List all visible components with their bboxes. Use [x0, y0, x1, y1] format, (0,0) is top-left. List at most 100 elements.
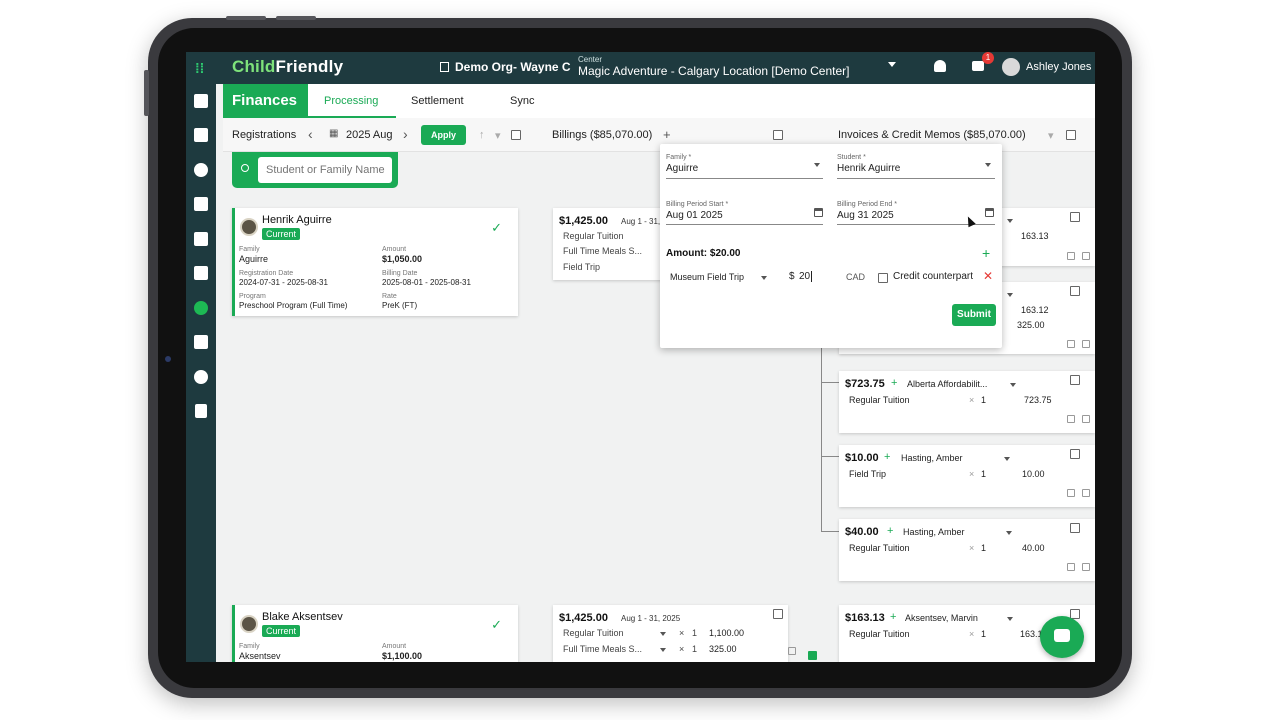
tablet-icon[interactable]: [195, 404, 207, 418]
note-icon[interactable]: [1067, 563, 1075, 571]
invoice-card[interactable]: $10.00 + Hasting, Amber Field Trip × 1 1…: [839, 445, 1095, 507]
print-icon[interactable]: [1082, 415, 1090, 423]
chevron-down-icon[interactable]: [1006, 531, 1012, 535]
print-icon[interactable]: [1082, 489, 1090, 497]
next-month-icon[interactable]: ›: [403, 126, 408, 142]
billing-checkbox[interactable]: [773, 609, 783, 619]
invoice-card[interactable]: $40.00 + Hasting, Amber Regular Tuition …: [839, 519, 1095, 581]
chevron-down-icon[interactable]: [660, 632, 666, 636]
billing-line-item: Full Time Meals S...: [563, 246, 643, 256]
registration-card[interactable]: Blake Aksentsev Current ✓ Family Aksents…: [232, 605, 518, 662]
bell-icon[interactable]: [934, 60, 946, 72]
billing-line-item: Regular Tuition: [563, 628, 624, 638]
billing-card[interactable]: $1,425.00 Aug 1 - 31, Regular Tuition Fu…: [553, 208, 673, 280]
calendar-icon[interactable]: ▦: [329, 128, 338, 139]
start-date-input[interactable]: Aug 01 2025: [666, 210, 723, 221]
invoice-checkbox[interactable]: [1070, 523, 1080, 533]
payer-name: Hasting, Amber: [903, 527, 965, 537]
prev-month-icon[interactable]: ‹: [308, 126, 313, 142]
end-date-input[interactable]: Aug 31 2025: [837, 210, 894, 221]
submit-button[interactable]: Submit: [952, 304, 996, 326]
add-icon[interactable]: +: [891, 377, 897, 389]
times-icon: ×: [969, 469, 975, 479]
add-item-icon[interactable]: [808, 651, 817, 660]
price-value: 10.00: [1022, 469, 1045, 479]
invoice-checkbox[interactable]: [1070, 286, 1080, 296]
item-select[interactable]: Museum Field Trip: [670, 272, 744, 282]
invoice-card[interactable]: $723.75 + Alberta Affordabilit... Regula…: [839, 371, 1095, 433]
chevron-down-icon[interactable]: [814, 163, 820, 167]
note-icon[interactable]: [788, 647, 796, 655]
filter-icon[interactable]: ▾: [1048, 129, 1054, 142]
org-selector[interactable]: Demo Org- Wayne C: [440, 60, 571, 74]
center-select[interactable]: Magic Adventure - Calgary Location [Demo…: [578, 64, 849, 78]
document-icon[interactable]: [194, 335, 208, 349]
amount-input[interactable]: 20: [799, 271, 813, 282]
chevron-down-icon[interactable]: [660, 648, 666, 652]
tab-sync[interactable]: Sync: [510, 95, 534, 107]
chevron-down-icon[interactable]: [1007, 293, 1013, 297]
chevron-down-icon[interactable]: [1007, 219, 1013, 223]
select-all-invoices-checkbox[interactable]: [1066, 130, 1076, 140]
chevron-down-icon[interactable]: [888, 62, 896, 67]
user-name[interactable]: Ashley Jones: [1026, 61, 1091, 73]
quantity-value: 1: [981, 543, 987, 553]
registration-card[interactable]: Henrik Aguirre Current ✓ Family Aguirre …: [232, 208, 518, 316]
calendar-icon[interactable]: [985, 208, 994, 217]
note-icon[interactable]: [1067, 252, 1075, 260]
invoice-checkbox[interactable]: [1070, 212, 1080, 222]
billing-card[interactable]: $1,425.00 Aug 1 - 31, 2025 Regular Tuiti…: [553, 605, 796, 662]
billing-line-item: Field Trip: [563, 262, 601, 272]
messages-icon[interactable]: [972, 61, 984, 71]
add-line-icon[interactable]: +: [982, 245, 990, 261]
tab-processing[interactable]: Processing: [324, 95, 378, 107]
apps-grid-icon[interactable]: [194, 94, 208, 108]
chevron-down-icon[interactable]: [1010, 383, 1016, 387]
chevron-down-icon[interactable]: [1004, 457, 1010, 461]
add-icon[interactable]: +: [890, 611, 896, 623]
book-icon[interactable]: [194, 232, 208, 246]
chat-icon[interactable]: [194, 266, 208, 280]
chevron-down-icon[interactable]: [985, 163, 991, 167]
note-icon[interactable]: [1067, 489, 1075, 497]
gear-icon[interactable]: [194, 370, 208, 384]
apply-button[interactable]: Apply: [421, 125, 466, 145]
people-icon[interactable]: [194, 197, 208, 211]
note-icon[interactable]: [1067, 415, 1075, 423]
invoice-amount: $163.13: [845, 612, 885, 624]
avatar[interactable]: [1002, 58, 1020, 76]
search-input[interactable]: [258, 157, 392, 183]
add-icon[interactable]: +: [884, 451, 890, 463]
print-icon[interactable]: [1082, 340, 1090, 348]
select-all-registrations-checkbox[interactable]: [511, 130, 521, 140]
attendance-icon[interactable]: [194, 128, 208, 142]
family-select[interactable]: Aguirre: [666, 163, 698, 174]
invoice-checkbox[interactable]: [1070, 449, 1080, 459]
child-icon[interactable]: [194, 163, 208, 177]
invoice-checkbox[interactable]: [1070, 375, 1080, 385]
chat-support-button[interactable]: [1040, 616, 1084, 658]
notification-badge: 1: [982, 52, 994, 64]
print-icon[interactable]: [1082, 252, 1090, 260]
tab-settlement[interactable]: Settlement: [411, 95, 464, 107]
credit-counterpart-checkbox[interactable]: [878, 273, 888, 283]
filter-icon[interactable]: ▾: [495, 129, 501, 142]
add-icon[interactable]: +: [887, 525, 893, 537]
remove-line-icon[interactable]: ✕: [983, 269, 993, 283]
finances-icon[interactable]: [194, 301, 208, 315]
sort-icon[interactable]: ↑: [479, 129, 485, 141]
select-all-billings-checkbox[interactable]: [773, 130, 783, 140]
chevron-down-icon[interactable]: [1007, 617, 1013, 621]
logo[interactable]: ChildFriendly: [232, 57, 343, 77]
tree-connector: [821, 382, 839, 383]
student-select[interactable]: Henrik Aguirre: [837, 163, 900, 174]
print-icon[interactable]: [1082, 563, 1090, 571]
note-icon[interactable]: [1067, 340, 1075, 348]
add-billing-icon[interactable]: +: [663, 127, 671, 142]
chevron-down-icon[interactable]: [761, 276, 767, 280]
period-label[interactable]: 2025 Aug: [346, 129, 393, 141]
finance-tabs: Processing Settlement Sync: [308, 84, 1095, 118]
family-label: Family: [239, 246, 260, 253]
add-billing-popup: Family * Aguirre Student * Henrik Aguirr…: [660, 144, 1002, 348]
calendar-icon[interactable]: [814, 208, 823, 217]
